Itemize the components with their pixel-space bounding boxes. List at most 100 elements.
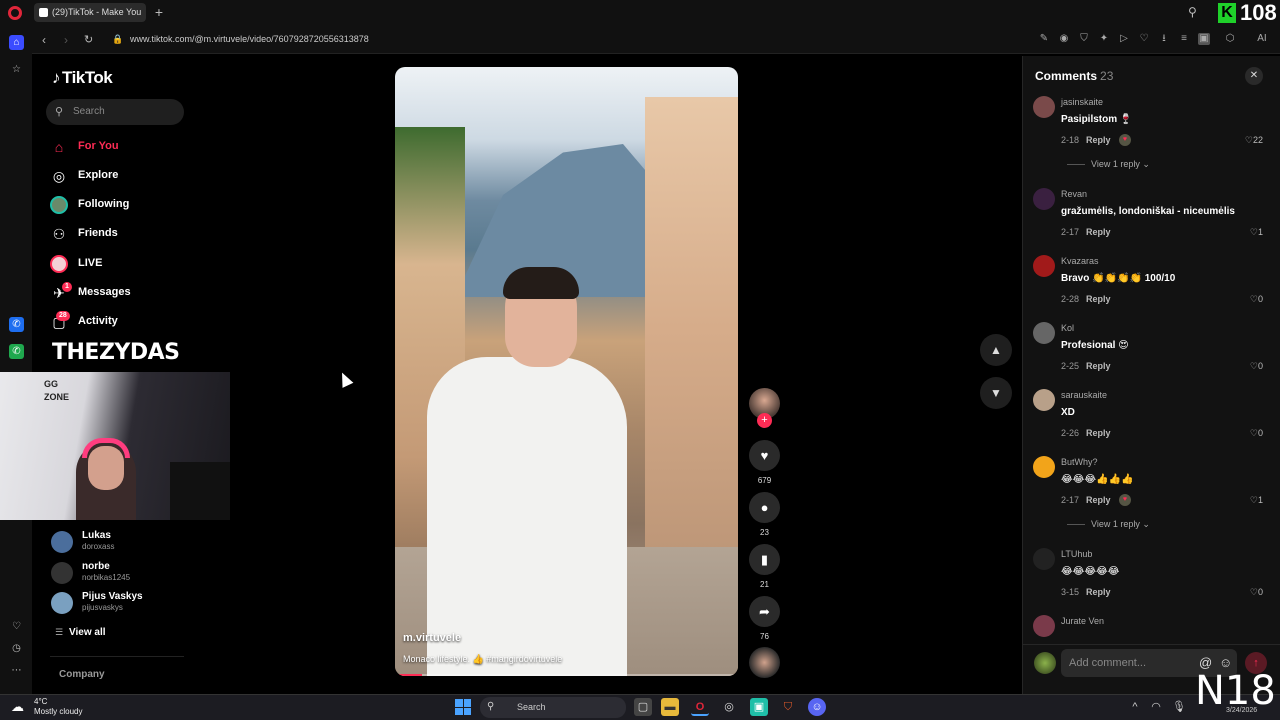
shield-icon[interactable]: ⛉ <box>1078 33 1090 45</box>
previous-video-button[interactable]: ▲ <box>980 334 1012 366</box>
comment-date: 2-28 <box>1061 294 1080 304</box>
comment-like-button[interactable]: ♡0 <box>1233 294 1263 305</box>
file-explorer-icon[interactable]: ▬ <box>661 698 679 716</box>
avatar[interactable] <box>1033 615 1055 637</box>
company-link[interactable]: Company <box>59 669 105 680</box>
comment-username[interactable]: Kol <box>1061 323 1074 333</box>
reload-icon[interactable]: ↻ <box>84 33 93 46</box>
cube-icon[interactable]: ⬡ <box>1224 33 1236 45</box>
view-replies-button[interactable]: View 1 reply ⌄ <box>1067 519 1150 530</box>
vpn-icon[interactable]: ✦ <box>1098 33 1110 45</box>
music-disc-icon[interactable] <box>749 647 780 678</box>
video-caption[interactable]: Monaco lifestyle. 👍 #mangirdovirtuvele <box>403 654 562 665</box>
windows-start-icon[interactable] <box>455 699 471 715</box>
comment-like-button[interactable]: ♡0 <box>1233 428 1263 439</box>
new-tab-button[interactable]: + <box>152 4 166 20</box>
chevron-up-icon[interactable]: ^ <box>1126 698 1144 716</box>
share-count: 76 <box>760 632 769 641</box>
like-button[interactable]: ♥ <box>749 440 780 471</box>
home-speed-dial-icon[interactable]: ⌂ <box>9 35 24 50</box>
avatar <box>1034 652 1056 674</box>
comment-username[interactable]: Revan <box>1061 189 1087 199</box>
forward-icon[interactable]: › <box>64 33 68 47</box>
browser-tab[interactable]: (29)TikTok - Make You <box>34 3 146 22</box>
video-author[interactable]: m.virtuvele <box>403 632 461 644</box>
comment-date: 2-17 <box>1061 227 1080 237</box>
tiktok-logo[interactable]: ♪ TikTok <box>52 68 113 88</box>
obs-icon[interactable]: ◎ <box>720 698 738 716</box>
search-icon[interactable]: ⚲ <box>1188 5 1197 19</box>
view-all-button[interactable]: ☰ View all <box>55 627 106 638</box>
bookmark-heart-icon[interactable]: ♡ <box>1138 33 1150 45</box>
star-icon[interactable]: ☆ <box>9 62 24 77</box>
comment-text: Profesional 😍 <box>1061 340 1129 351</box>
reply-button[interactable]: Reply <box>1086 294 1111 304</box>
avatar[interactable] <box>1033 389 1055 411</box>
search-placeholder: Search <box>73 106 105 117</box>
extension-k-icon[interactable]: K <box>1218 3 1236 23</box>
chevron-down-icon: ⌄ <box>1142 159 1150 169</box>
avatar[interactable] <box>1033 456 1055 478</box>
reply-button[interactable]: Reply <box>1086 587 1111 597</box>
home-icon: ⌂ <box>54 139 64 155</box>
opera-taskbar-icon[interactable]: O <box>691 698 709 716</box>
comment-username[interactable]: ButWhy? <box>1061 457 1098 467</box>
comment-username[interactable]: jasinskaite <box>1061 97 1103 107</box>
close-icon[interactable]: ✕ <box>1245 67 1263 85</box>
edit-icon[interactable]: ✎ <box>1038 33 1050 45</box>
search-input[interactable]: ⚲ Search <box>46 99 184 125</box>
comment-username[interactable]: sarauskaite <box>1061 390 1107 400</box>
avatar[interactable] <box>1033 255 1055 277</box>
reply-button[interactable]: Reply <box>1086 135 1111 145</box>
comment-like-button[interactable]: ♡1 <box>1233 495 1263 506</box>
camera-icon[interactable]: ◉ <box>1058 33 1070 45</box>
comment-username[interactable]: Kvazaras <box>1061 256 1099 266</box>
avatar[interactable] <box>1033 322 1055 344</box>
brave-shield-icon[interactable]: ⛉ <box>779 698 797 716</box>
heart-icon[interactable]: ♡ <box>9 619 24 634</box>
comment-like-count: 1 <box>1257 227 1263 237</box>
back-icon[interactable]: ‹ <box>42 33 46 47</box>
menu-icon[interactable]: ≡ <box>1178 33 1190 45</box>
more-dots-icon[interactable]: ⋯ <box>9 663 24 678</box>
reply-button[interactable]: Reply <box>1086 227 1111 237</box>
webcam-wall-text: GG ZONE <box>44 379 70 402</box>
view-replies-button[interactable]: View 1 reply ⌄ <box>1067 159 1150 170</box>
comment-like-button[interactable]: ♡22 <box>1233 135 1263 146</box>
ai-button[interactable]: AI <box>1250 33 1274 45</box>
wifi-icon[interactable]: ◠ <box>1147 698 1165 716</box>
next-video-button[interactable]: ▼ <box>980 377 1012 409</box>
video-progress-bar[interactable] <box>395 674 738 676</box>
avatar[interactable] <box>1033 188 1055 210</box>
messenger-icon[interactable]: ✆ <box>9 317 24 332</box>
share-button[interactable]: ➦ <box>749 596 780 627</box>
follow-plus-icon[interactable]: + <box>757 413 772 428</box>
reply-button[interactable]: Reply <box>1086 495 1111 505</box>
url-field[interactable]: www.tiktok.com/@m.virtuvele/video/760792… <box>130 34 369 44</box>
whatsapp-icon[interactable]: ✆ <box>9 344 24 359</box>
reply-button[interactable]: Reply <box>1086 428 1111 438</box>
comment-username[interactable]: Jurate Ven <box>1061 616 1104 626</box>
comment-username[interactable]: LTUhub <box>1061 549 1092 559</box>
wallet-icon[interactable]: ▣ <box>1198 33 1210 45</box>
taskbar-search[interactable]: ⚲ Search <box>480 697 626 718</box>
microphone-icon[interactable]: 🎙 <box>1170 698 1188 716</box>
video-player[interactable]: m.virtuvele Monaco lifestyle. 👍 #mangird… <box>395 67 738 676</box>
avatar[interactable] <box>1033 548 1055 570</box>
download-icon[interactable]: ⭳ <box>1158 33 1170 45</box>
opera-logo-icon[interactable] <box>8 6 22 20</box>
account-name: Pijus Vaskys <box>82 591 143 602</box>
avatar[interactable] <box>1033 96 1055 118</box>
comment-like-button[interactable]: ♡0 <box>1233 361 1263 372</box>
history-clock-icon[interactable]: ◷ <box>9 641 24 656</box>
comment-button[interactable]: ● <box>749 492 780 523</box>
comment-like-button[interactable]: ♡1 <box>1233 227 1263 238</box>
task-view-icon[interactable]: ▢ <box>634 698 652 716</box>
reply-button[interactable]: Reply <box>1086 361 1111 371</box>
play-icon[interactable]: ▷ <box>1118 33 1130 45</box>
discord-icon[interactable]: ☺ <box>808 698 826 716</box>
comment-like-button[interactable]: ♡0 <box>1233 587 1263 598</box>
app-icon[interactable]: ▣ <box>750 698 768 716</box>
weather-cloud-icon[interactable]: ☁ <box>11 699 24 715</box>
save-button[interactable]: ▮ <box>749 544 780 575</box>
